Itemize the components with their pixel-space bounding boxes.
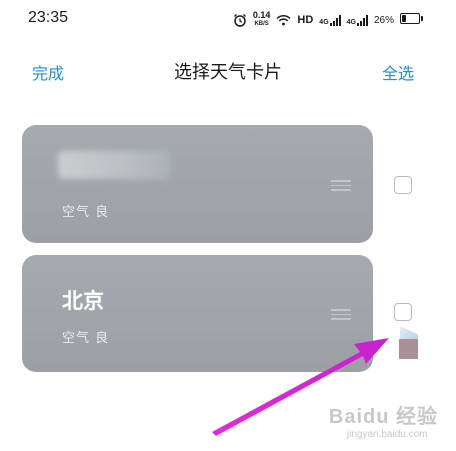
city-name: 北京 bbox=[62, 289, 104, 313]
net-speed-value: 0.14 bbox=[252, 10, 271, 20]
net-speed: 0.14 KB/S bbox=[253, 11, 271, 29]
watermark-top: Baidu 经验 bbox=[328, 406, 438, 428]
net-speed-unit: KB/S bbox=[254, 21, 269, 27]
air-quality-label: 空气 良 bbox=[62, 331, 110, 346]
drag-handle-icon[interactable] bbox=[331, 309, 351, 320]
signal-group-2: 4G bbox=[346, 14, 368, 26]
status-icons: 0.14 KB/S HD 4G 4G 26% bbox=[233, 11, 418, 29]
decorative-square bbox=[399, 339, 418, 359]
alarm-icon bbox=[233, 14, 246, 27]
drag-handle-icon[interactable] bbox=[331, 180, 351, 191]
signal-tag-2: 4G bbox=[346, 18, 356, 26]
air-quality-label: 空气 良 bbox=[62, 205, 110, 220]
signal-tag-1: 4G bbox=[319, 18, 329, 26]
decorative-shape bbox=[400, 326, 418, 340]
battery-fill bbox=[402, 15, 406, 22]
card-checkbox[interactable] bbox=[394, 176, 412, 194]
blurred-city-name bbox=[58, 151, 170, 179]
select-all-button[interactable]: 全选 bbox=[382, 60, 414, 84]
status-bar: 23:35 0.14 KB/S HD 4G 4G 26% bbox=[0, 0, 456, 38]
signal-group-1: 4G bbox=[319, 14, 341, 26]
watermark-logo: Baidu 经验 jingyan.baidu.com bbox=[329, 400, 438, 440]
battery-percent: 26% bbox=[373, 14, 394, 26]
signal-icon bbox=[356, 14, 368, 26]
battery-icon bbox=[400, 13, 423, 24]
signal-icon bbox=[329, 14, 341, 26]
weather-card[interactable]: 空气 良 bbox=[22, 125, 373, 243]
wifi-icon bbox=[276, 14, 291, 26]
battery-cap bbox=[421, 16, 423, 21]
hd-label: HD bbox=[297, 14, 314, 26]
weather-card[interactable]: 北京 空气 良 bbox=[22, 255, 373, 372]
watermark-bottom: jingyan.baidu.com bbox=[346, 429, 428, 440]
header: 完成 选择天气卡片 全选 bbox=[0, 46, 456, 94]
card-checkbox[interactable] bbox=[394, 303, 412, 321]
status-time: 23:35 bbox=[28, 9, 69, 26]
